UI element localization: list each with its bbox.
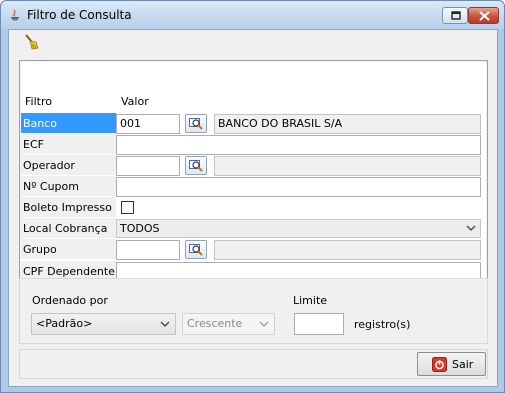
chevron-down-icon: [160, 321, 170, 327]
close-icon: [479, 11, 490, 21]
filter-column-header: Filtro: [21, 91, 116, 112]
banco-description: BANCO DO BRASIL S/A: [214, 114, 481, 134]
label-ecf[interactable]: ECF: [21, 134, 116, 155]
magnifier-icon: [189, 244, 203, 256]
limit-label: Limite: [293, 294, 328, 307]
title-bar[interactable]: Filtro de Consulta: [1, 1, 504, 29]
exit-label: Sair: [452, 358, 474, 371]
value-cell-operador: [116, 155, 486, 176]
banco-lookup-button[interactable]: [185, 114, 207, 133]
restore-icon: [451, 11, 461, 20]
local-cobranca-select[interactable]: TODOS: [116, 219, 481, 238]
dialog-body: Filtro Valor Banco 001 BANCO DO BRASIL S…: [8, 29, 498, 387]
limit-input[interactable]: [294, 313, 344, 335]
grupo-code-input[interactable]: [116, 240, 180, 260]
ordered-by-select[interactable]: <Padrão>: [31, 313, 176, 335]
chevron-down-icon: [466, 225, 476, 231]
filter-panel: Filtro Valor Banco 001 BANCO DO BRASIL S…: [19, 60, 488, 299]
row-grupo: Grupo: [21, 239, 486, 260]
broom-icon[interactable]: [23, 33, 41, 51]
row-boleto: Boleto Impresso: [21, 197, 486, 218]
grupo-description: [214, 240, 481, 260]
label-boleto-impresso[interactable]: Boleto Impresso: [21, 197, 116, 218]
cupom-input[interactable]: [116, 177, 481, 197]
value-cell-grupo: [116, 239, 486, 260]
grid-header: Filtro Valor: [21, 91, 486, 112]
records-label: registro(s): [354, 318, 411, 331]
value-cell-cupom: [116, 176, 486, 197]
operador-code-input[interactable]: [116, 156, 180, 176]
label-operador[interactable]: Operador: [21, 155, 116, 176]
ordered-by-value: <Padrão>: [36, 317, 93, 330]
row-banco: Banco 001 BANCO DO BRASIL S/A: [21, 113, 486, 134]
java-app-icon: [11, 9, 19, 21]
chevron-down-icon: [259, 321, 269, 327]
value-cell-local-cobranca: TODOS: [116, 218, 486, 239]
value-cell-ecf: [116, 134, 486, 155]
order-panel: Ordenado por <Padrão> Crescente Limite r…: [19, 278, 488, 344]
operador-description: [214, 156, 481, 176]
row-operador: Operador: [21, 155, 486, 176]
exit-button[interactable]: Sair: [417, 352, 486, 376]
value-cell-banco: 001 BANCO DO BRASIL S/A: [116, 113, 486, 134]
row-cupom: Nº Cupom: [21, 176, 486, 197]
magnifier-icon: [189, 118, 203, 130]
window-title: Filtro de Consulta: [27, 8, 132, 22]
direction-value: Crescente: [187, 317, 243, 330]
row-local-cobranca: Local Cobrança TODOS: [21, 218, 486, 239]
boleto-impresso-checkbox[interactable]: [121, 201, 134, 214]
footer-panel: Sair: [19, 349, 488, 379]
magnifier-icon: [189, 160, 203, 172]
restore-button[interactable]: [442, 7, 468, 24]
label-local-cobranca[interactable]: Local Cobrança: [21, 218, 116, 239]
ordered-by-label: Ordenado por: [32, 294, 108, 307]
grupo-lookup-button[interactable]: [185, 240, 207, 259]
label-cupom[interactable]: Nº Cupom: [21, 176, 116, 197]
close-button[interactable]: [468, 7, 499, 24]
power-icon: [432, 357, 447, 372]
direction-select: Crescente: [182, 313, 275, 335]
filter-grid: Filtro Valor Banco 001 BANCO DO BRASIL S…: [21, 62, 486, 269]
local-cobranca-value: TODOS: [120, 222, 160, 235]
label-banco[interactable]: Banco: [21, 113, 116, 134]
value-cell-boleto: [116, 197, 486, 218]
value-column-header: Valor: [116, 91, 486, 112]
dialog-window: Filtro de Consulta Filtro Valor Banco 00…: [0, 0, 505, 393]
ecf-input[interactable]: [116, 135, 481, 155]
label-grupo[interactable]: Grupo: [21, 239, 116, 260]
banco-code-input[interactable]: 001: [116, 114, 180, 134]
operador-lookup-button[interactable]: [185, 156, 207, 175]
row-ecf: ECF: [21, 134, 486, 155]
